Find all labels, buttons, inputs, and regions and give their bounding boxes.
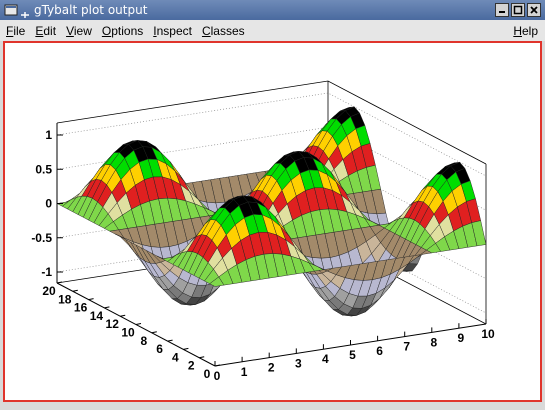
close-button[interactable]	[527, 3, 541, 17]
menu-bar: File Edit View Options Inspect Classes H…	[0, 20, 545, 41]
y-tick-label: 16	[74, 301, 88, 315]
status-bar	[0, 402, 545, 410]
y-tick	[167, 339, 173, 342]
x-tick-label: 0	[214, 369, 221, 383]
menu-help-mnemonic: H	[513, 23, 522, 38]
y-tick-label: 8	[140, 334, 147, 348]
menu-classes[interactable]: Classes	[197, 24, 250, 38]
x-tick-label: 8	[430, 335, 437, 349]
menu-options[interactable]: Options	[97, 24, 148, 38]
y-tick-label: 6	[156, 342, 163, 356]
window-menu-icon[interactable]	[4, 3, 18, 17]
window-title: gTybalt plot output	[34, 3, 148, 17]
menu-classes-label: lasses	[210, 23, 245, 38]
z-tick-label: 1	[45, 128, 52, 142]
plot-canvas[interactable]: 0 1 2 3 4 5 6 7 8 9 10 0 2 4 6 8 10 12 14 16 18 20 1 0.5 0 -0.5 -1	[3, 41, 542, 402]
x-tick-label: 1	[241, 365, 248, 379]
window-controls	[495, 3, 541, 17]
z-tick-label: -0.5	[31, 231, 52, 245]
x-tick-label: 2	[268, 361, 275, 375]
y-tick-label: 20	[42, 284, 56, 298]
y-tick-label: 18	[58, 292, 72, 306]
menu-view-mnemonic: V	[66, 23, 74, 38]
menu-help[interactable]: Help	[508, 24, 545, 38]
menu-file[interactable]: File	[0, 24, 30, 38]
y-tick-label: 14	[90, 309, 104, 323]
x-tick-label: 6	[376, 344, 383, 358]
y-tick	[214, 364, 221, 367]
plot-window: gTybalt plot output File Edit View Optio…	[0, 0, 545, 410]
y-tick-label: 4	[172, 350, 179, 364]
y-tick-label: 2	[188, 359, 195, 373]
x-tick-label: 3	[295, 356, 302, 370]
y-tick	[88, 298, 94, 301]
x-tick-label: 4	[322, 352, 329, 366]
x-tick-label: 10	[481, 327, 495, 341]
y-tick	[135, 323, 142, 325]
y-tick-label: 10	[121, 326, 135, 340]
pin-icon[interactable]	[20, 5, 30, 18]
surface-plot[interactable]: 0 1 2 3 4 5 6 7 8 9 100246810121416182010.50-0.5-1	[5, 43, 540, 400]
y-tick	[151, 331, 157, 334]
menu-classes-mnemonic: C	[201, 23, 211, 38]
close-icon	[530, 6, 538, 14]
x-tick-label: 9	[458, 331, 465, 345]
title-bar[interactable]: gTybalt plot output	[0, 0, 545, 20]
y-tick-label: 0	[204, 367, 211, 381]
menu-view-label: iew	[73, 23, 92, 38]
z-tick-label: 0.5	[35, 162, 52, 176]
z-tick-label: -1	[41, 265, 52, 279]
menu-options-mnemonic: O	[101, 23, 112, 38]
menu-edit[interactable]: Edit	[30, 24, 61, 38]
z-tick-label: 0	[45, 197, 52, 211]
y-tick	[104, 306, 110, 309]
menu-help-label: elp	[521, 23, 538, 38]
minimize-button[interactable]	[495, 3, 509, 17]
maximize-button[interactable]	[511, 3, 525, 17]
menu-view[interactable]: View	[61, 24, 97, 38]
minimize-icon	[499, 11, 505, 13]
x-tick-label: 7	[403, 340, 410, 354]
menu-file-label: ile	[13, 23, 26, 38]
y-tick	[56, 281, 63, 284]
y-tick	[72, 289, 78, 292]
menu-inspect-label: nspect	[156, 23, 192, 38]
maximize-icon	[513, 5, 523, 15]
y-tick	[183, 347, 189, 350]
y-tick	[199, 356, 205, 359]
y-tick	[120, 314, 126, 317]
x-tick-label: 5	[349, 348, 356, 362]
menu-edit-label: dit	[43, 23, 57, 38]
menu-inspect[interactable]: Inspect	[148, 24, 197, 38]
y-tick-label: 12	[106, 317, 120, 331]
menu-options-label: ptions	[111, 23, 144, 38]
